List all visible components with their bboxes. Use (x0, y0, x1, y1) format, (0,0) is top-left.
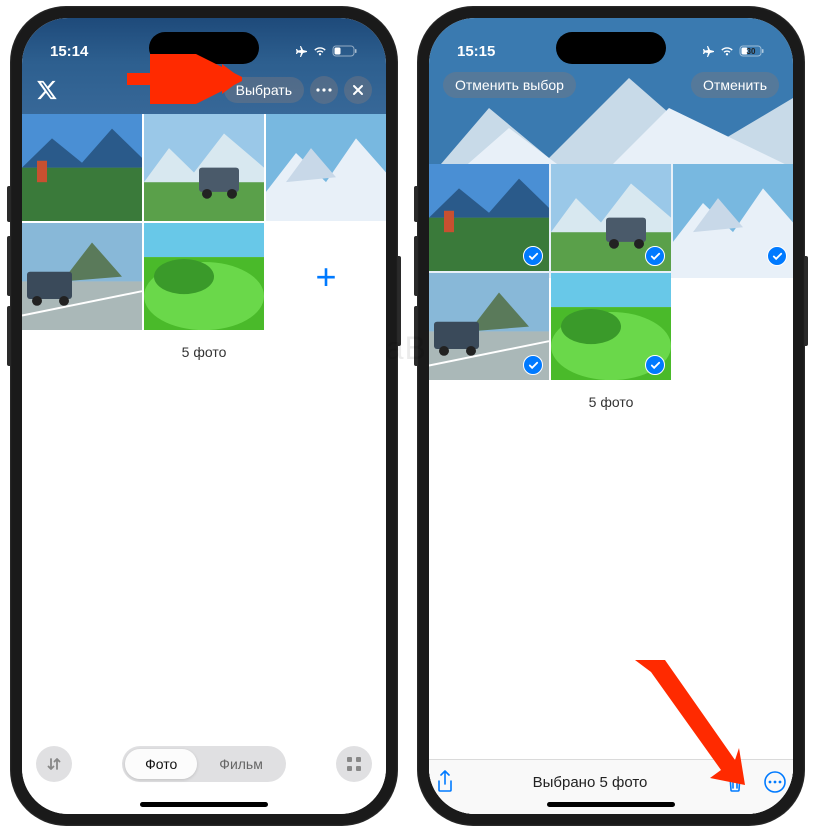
tab-photo[interactable]: Фото (125, 749, 197, 779)
photo-thumbnail[interactable] (429, 273, 549, 380)
header: Выбрать (22, 70, 386, 114)
dynamic-island (149, 32, 259, 64)
close-button[interactable] (344, 76, 372, 104)
photo-thumbnail[interactable] (266, 114, 386, 221)
phone-right: 15:15 30 Отменить выбор Отменить (417, 6, 805, 826)
selection-checkmark (523, 246, 543, 266)
photo-count: 5 фото (429, 380, 793, 424)
cancel-button[interactable]: Отменить (691, 72, 779, 98)
status-icons: 30 (701, 45, 765, 57)
trash-button[interactable] (725, 771, 745, 793)
share-button[interactable] (435, 770, 455, 794)
photo-thumbnail[interactable] (551, 164, 671, 271)
add-photo-button[interactable]: + (266, 223, 386, 330)
home-indicator[interactable] (547, 802, 675, 807)
wifi-icon (719, 45, 735, 57)
photo-thumbnail[interactable] (144, 114, 264, 221)
photo-thumbnail[interactable] (22, 223, 142, 330)
sort-button[interactable] (36, 746, 72, 782)
tab-film[interactable]: Фильм (199, 749, 283, 779)
photo-thumbnail[interactable] (22, 114, 142, 221)
photo-thumbnail[interactable] (144, 223, 264, 330)
sort-icon (46, 756, 62, 772)
wifi-icon (312, 45, 328, 57)
plus-icon: + (315, 256, 336, 298)
battery-icon: 30 (739, 45, 765, 57)
screen: 15:14 Выбрать (22, 18, 386, 814)
grid-icon (346, 756, 362, 772)
selection-count: Выбрано 5 фото (533, 774, 648, 791)
selection-checkmark (767, 246, 787, 266)
view-segmented: Фото Фильм (122, 746, 286, 782)
screen: 15:15 30 Отменить выбор Отменить (429, 18, 793, 814)
select-button[interactable]: Выбрать (224, 77, 304, 103)
home-indicator[interactable] (140, 802, 268, 807)
x-logo-icon[interactable] (36, 79, 58, 101)
battery-icon (332, 45, 358, 57)
status-time: 15:15 (457, 43, 495, 60)
status-icons (294, 45, 358, 57)
dynamic-island (556, 32, 666, 64)
more-icon (316, 88, 332, 92)
airplane-icon (294, 45, 308, 57)
close-icon (352, 84, 364, 96)
photo-count: 5 фото (22, 330, 386, 374)
header: Отменить выбор Отменить (429, 70, 793, 108)
airplane-icon (701, 45, 715, 57)
photo-thumbnail[interactable] (673, 164, 793, 271)
selection-checkmark (645, 246, 665, 266)
content: + 5 фото (22, 114, 386, 814)
more-button[interactable] (310, 76, 338, 104)
photo-grid (429, 164, 793, 380)
photo-thumbnail[interactable] (429, 164, 549, 271)
status-time: 15:14 (50, 43, 88, 60)
photo-thumbnail[interactable] (551, 273, 671, 380)
more-button[interactable] (763, 770, 787, 794)
svg-text:30: 30 (747, 47, 756, 56)
deselect-button[interactable]: Отменить выбор (443, 72, 576, 98)
photo-grid: + (22, 114, 386, 330)
grid-view-button[interactable] (336, 746, 372, 782)
phone-left: 15:14 Выбрать (10, 6, 398, 826)
